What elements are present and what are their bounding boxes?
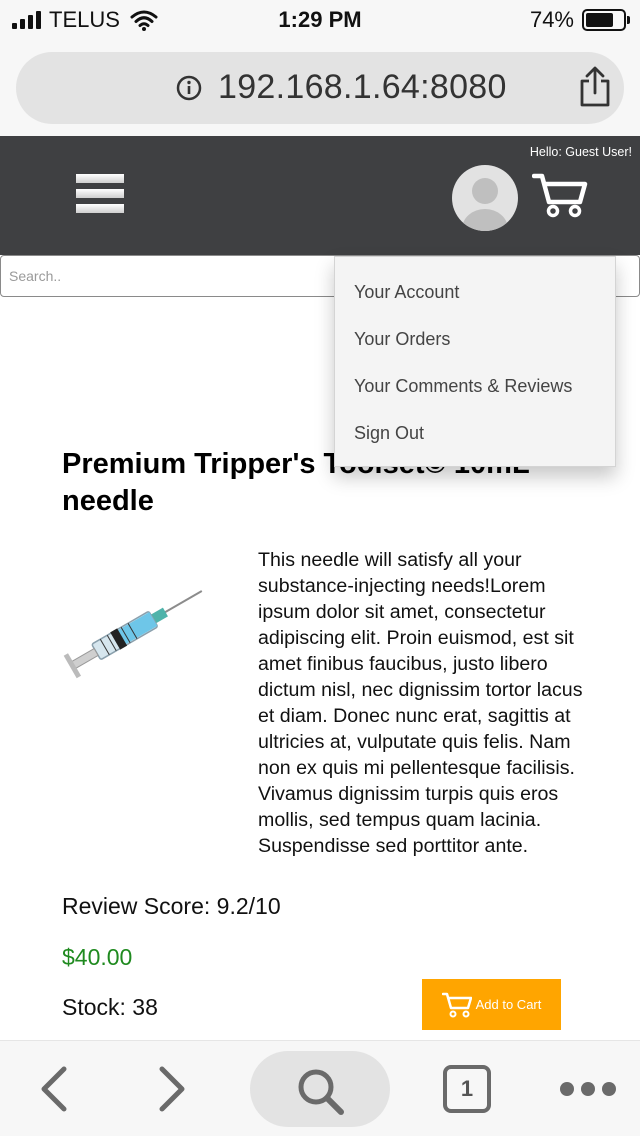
back-icon[interactable] [38,1065,68,1113]
tabs-icon[interactable]: 1 [443,1065,491,1113]
product-description: This needle will satisfy all your substa… [258,549,583,857]
site-header: Hello: Guest User! [0,136,640,255]
address-bar[interactable]: 192.168.1.64:8080 [16,52,624,124]
review-score: Review Score: 9.2/10 [62,893,281,919]
menu-item-sign-out[interactable]: Sign Out [335,410,615,457]
battery-icon [582,9,630,31]
browser-address-area: 192.168.1.64:8080 [0,40,640,136]
menu-item-your-orders[interactable]: Your Orders [335,316,615,363]
avatar-icon[interactable] [452,165,518,231]
forward-icon[interactable] [158,1065,188,1113]
menu-item-comments-reviews[interactable]: Your Comments & Reviews [335,363,615,410]
syringe-icon [63,590,203,679]
add-to-cart-button[interactable]: Add to Cart [422,979,561,1030]
stock-count: Stock: 38 [62,994,158,1020]
more-icon[interactable] [560,1081,616,1097]
add-to-cart-label: Add to Cart [475,997,542,1012]
status-bar: TELUS 1:29 PM 74% [0,0,640,40]
share-icon[interactable] [576,66,614,108]
battery-group: 74% [529,7,630,33]
toolbar-search-button[interactable] [250,1051,390,1127]
url-text[interactable]: 192.168.1.64:8080 [218,68,507,107]
account-dropdown: Your Account Your Orders Your Comments &… [334,256,616,467]
menu-item-your-account[interactable]: Your Account [335,269,615,316]
hamburger-menu-icon[interactable] [76,174,124,214]
browser-toolbar: 1 [0,1040,640,1136]
product-price: $40.00 [62,944,133,970]
search-icon [298,1069,344,1115]
greeting-text: Hello: Guest User! [529,145,632,159]
cart-icon[interactable] [532,172,588,218]
cart-icon [441,992,472,1017]
battery-percent: 74% [529,7,574,32]
info-icon[interactable] [176,75,202,101]
